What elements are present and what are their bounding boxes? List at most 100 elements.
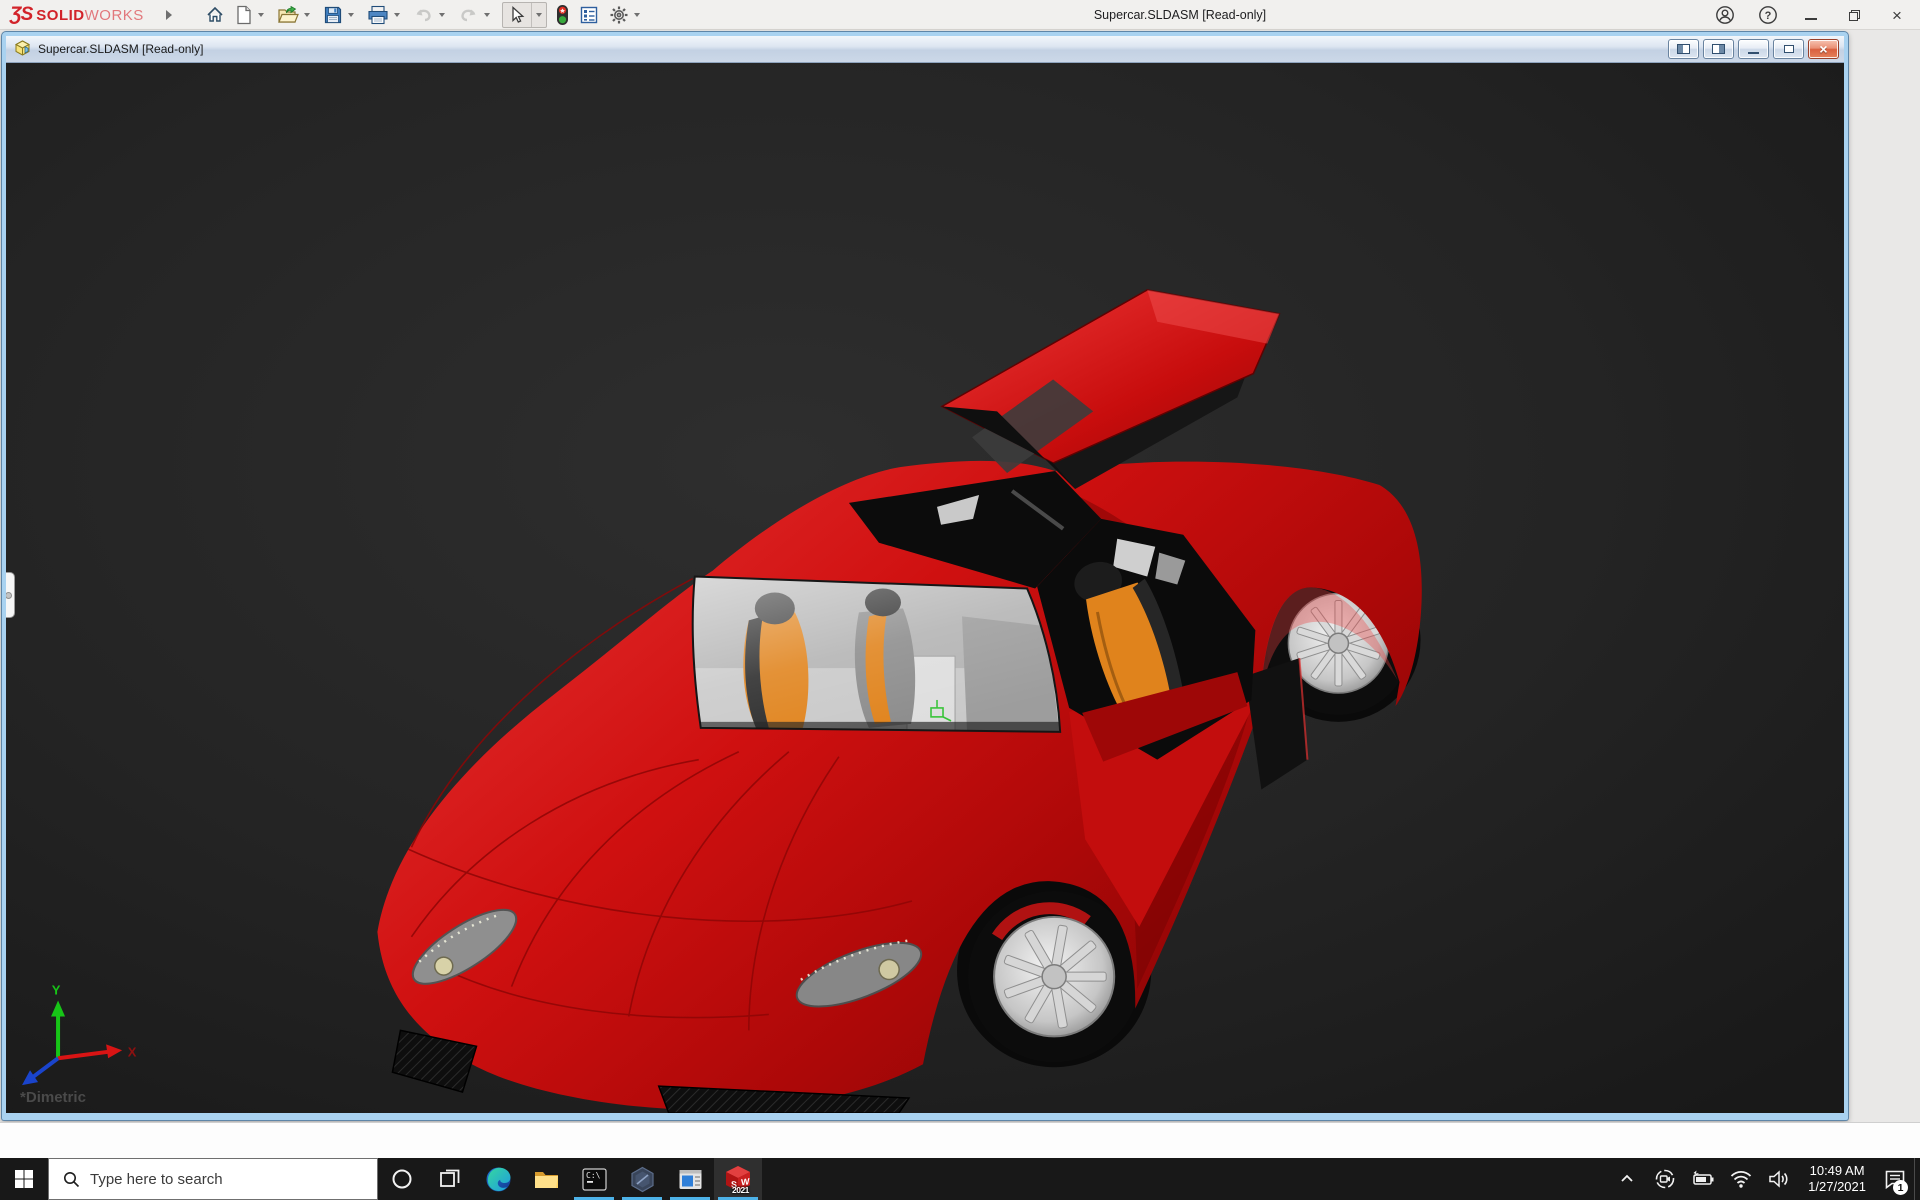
minimize-icon	[1805, 18, 1817, 20]
supercar-3d-model[interactable]: Y X *Dimetric	[6, 63, 1844, 1113]
document-titlebar[interactable]: Supercar.SLDASM [Read-only] ×	[6, 36, 1844, 63]
options-button[interactable]	[604, 2, 648, 28]
action-center-button[interactable]: 1	[1876, 1158, 1914, 1200]
sign-in-status-button[interactable]	[551, 2, 574, 28]
meet-now-button[interactable]	[1646, 1158, 1684, 1200]
undo-icon	[413, 6, 434, 24]
close-button[interactable]: ×	[1886, 4, 1908, 26]
clock-time: 10:49 AM	[1810, 1163, 1865, 1179]
help-button[interactable]: ?	[1757, 4, 1779, 26]
wifi-icon	[1729, 1167, 1753, 1191]
solidworks-year-label: 2021	[732, 1185, 749, 1195]
app-titlebar: ƷS SOLID WORKS	[0, 0, 1920, 30]
taskbar-clock[interactable]: 10:49 AM 1/27/2021	[1798, 1158, 1876, 1200]
select-tool-button[interactable]	[502, 2, 547, 28]
print-button[interactable]	[362, 2, 408, 28]
battery-charging-icon	[1691, 1167, 1715, 1191]
app-document-title: Supercar.SLDASM [Read-only]	[1094, 0, 1266, 30]
taskbar-app-file-explorer[interactable]	[522, 1158, 570, 1200]
pane-left-icon	[1677, 44, 1690, 54]
solidworks-logo: ƷS SOLID WORKS	[10, 4, 144, 26]
search-input[interactable]	[90, 1171, 350, 1188]
doc-close-icon: ×	[1819, 42, 1827, 56]
open-dropdown-icon[interactable]	[304, 13, 310, 17]
print-dropdown-icon[interactable]	[394, 13, 400, 17]
hexagon-app-icon	[629, 1166, 656, 1193]
view-orientation-label: *Dimetric	[20, 1089, 86, 1106]
front-wheel[interactable]	[968, 891, 1140, 1062]
task-view-button[interactable]	[426, 1158, 474, 1200]
clock-date: 1/27/2021	[1808, 1179, 1866, 1195]
pane-left-button[interactable]	[1668, 39, 1699, 59]
collapse-tab-dot-icon	[6, 592, 12, 599]
quick-access-toolbar	[200, 0, 648, 30]
doc-close-button[interactable]: ×	[1808, 39, 1839, 59]
help-icon: ?	[1758, 5, 1778, 25]
windshield	[691, 577, 1063, 732]
menu-flyout-arrow-icon[interactable]	[166, 10, 172, 20]
graphics-viewport[interactable]: Y X *Dimetric	[6, 63, 1844, 1113]
new-document-icon	[235, 5, 253, 25]
select-arrow-icon[interactable]	[503, 3, 532, 27]
windows-logo-icon	[14, 1169, 34, 1189]
account-button[interactable]	[1714, 4, 1736, 26]
doc-minimize-button[interactable]	[1738, 39, 1769, 59]
print-icon	[367, 5, 389, 25]
edge-icon	[485, 1166, 512, 1193]
wifi-button[interactable]	[1722, 1158, 1760, 1200]
taskbar-app-window[interactable]	[666, 1158, 714, 1200]
task-list-button[interactable]	[574, 2, 604, 28]
taskbar-app-command-prompt[interactable]: C:\	[570, 1158, 618, 1200]
save-button[interactable]	[318, 2, 362, 28]
cortana-button[interactable]	[378, 1158, 426, 1200]
restore-button[interactable]	[1843, 4, 1865, 26]
new-document-button[interactable]	[230, 2, 272, 28]
battery-button[interactable]	[1684, 1158, 1722, 1200]
chevron-down-icon	[536, 13, 542, 17]
mdi-client-area: Supercar.SLDASM [Read-only] ×	[0, 30, 1920, 1122]
taskbar-search[interactable]	[48, 1158, 378, 1200]
windows-taskbar: C:\ S W	[0, 1158, 1920, 1200]
triad-x-label: X	[128, 1044, 137, 1059]
solidworks-logo-mark: ƷS	[10, 4, 32, 26]
properties-list-icon	[579, 5, 599, 25]
volume-icon	[1767, 1167, 1791, 1191]
taskbar-app-hexagon[interactable]	[618, 1158, 666, 1200]
cortana-icon	[390, 1167, 414, 1191]
volume-button[interactable]	[1760, 1158, 1798, 1200]
document-window: Supercar.SLDASM [Read-only] ×	[2, 32, 1848, 1120]
save-icon	[323, 5, 343, 25]
triad-y-label: Y	[52, 983, 61, 998]
open-button[interactable]	[272, 2, 318, 28]
window-app-icon	[677, 1166, 704, 1193]
doc-restore-button[interactable]	[1773, 39, 1804, 59]
chevron-up-icon	[1619, 1171, 1635, 1187]
featuremanager-collapse-tab[interactable]	[6, 572, 15, 618]
cursor-arrow-icon	[509, 6, 525, 24]
meet-now-camera-icon	[1654, 1168, 1676, 1190]
redo-button[interactable]	[453, 2, 498, 28]
solidworks-logo-solid: SOLID	[36, 7, 84, 24]
command-prompt-icon: C:\	[581, 1166, 608, 1193]
taskbar-app-solidworks[interactable]: S W 2021	[714, 1158, 762, 1200]
status-bar	[0, 1122, 1920, 1158]
assembly-document-icon	[13, 40, 32, 58]
pane-right-button[interactable]	[1703, 39, 1734, 59]
taskbar-app-edge[interactable]	[474, 1158, 522, 1200]
system-tray: 10:49 AM 1/27/2021 1	[1608, 1158, 1920, 1200]
undo-dropdown-icon[interactable]	[439, 13, 445, 17]
minimize-button[interactable]	[1800, 4, 1822, 26]
save-dropdown-icon[interactable]	[348, 13, 354, 17]
redo-dropdown-icon[interactable]	[484, 13, 490, 17]
options-dropdown-icon[interactable]	[634, 13, 640, 17]
start-button[interactable]	[0, 1158, 48, 1200]
solidworks-2021-icon: S W 2021	[723, 1164, 753, 1194]
new-document-dropdown-icon[interactable]	[258, 13, 264, 17]
undo-button[interactable]	[408, 2, 453, 28]
select-dropdown-icon[interactable]	[532, 3, 546, 27]
show-desktop-button[interactable]	[1914, 1158, 1920, 1200]
pane-right-icon	[1712, 44, 1725, 54]
svg-text:?: ?	[1765, 10, 1772, 22]
tray-chevron-button[interactable]	[1608, 1158, 1646, 1200]
home-button[interactable]	[200, 2, 230, 28]
